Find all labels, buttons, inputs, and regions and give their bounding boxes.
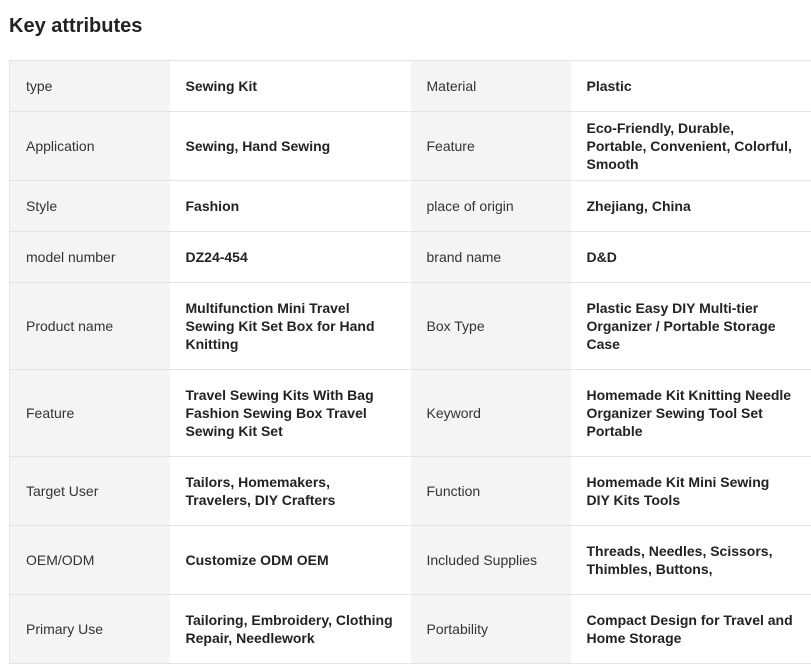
attribute-label: type bbox=[9, 60, 170, 112]
attribute-row: Target User Tailors, Homemakers, Travele… bbox=[9, 456, 811, 526]
attribute-value: D&D bbox=[570, 231, 811, 283]
attribute-row: Product name Multifunction Mini Travel S… bbox=[9, 282, 811, 370]
attribute-row: Feature Travel Sewing Kits With Bag Fash… bbox=[9, 369, 811, 457]
attribute-row: Style Fashion place of origin Zhejiang, … bbox=[9, 180, 811, 232]
attribute-label: Function bbox=[410, 456, 571, 526]
attribute-row: OEM/ODM Customize ODM OEM Included Suppl… bbox=[9, 525, 811, 595]
attribute-row: Primary Use Tailoring, Embroidery, Cloth… bbox=[9, 594, 811, 664]
attribute-value: Plastic bbox=[570, 60, 811, 112]
attribute-value: Fashion bbox=[169, 180, 411, 232]
attribute-label: model number bbox=[9, 231, 170, 283]
attribute-label: Included Supplies bbox=[410, 525, 571, 595]
attribute-value: Sewing, Hand Sewing bbox=[169, 111, 411, 181]
attribute-label: Keyword bbox=[410, 369, 571, 457]
attribute-label: place of origin bbox=[410, 180, 571, 232]
attribute-label: Feature bbox=[410, 111, 571, 181]
attribute-value: Compact Design for Travel and Home Stora… bbox=[570, 594, 811, 664]
attribute-value: Travel Sewing Kits With Bag Fashion Sewi… bbox=[169, 369, 411, 457]
key-attributes-table: type Sewing Kit Material Plastic Applica… bbox=[9, 60, 811, 664]
attribute-value: Tailoring, Embroidery, Clothing Repair, … bbox=[169, 594, 411, 664]
attribute-label: Box Type bbox=[410, 282, 571, 370]
attribute-label: Feature bbox=[9, 369, 170, 457]
attribute-value: Homemade Kit Mini Sewing DIY Kits Tools bbox=[570, 456, 811, 526]
attribute-label: Portability bbox=[410, 594, 571, 664]
attribute-row: model number DZ24-454 brand name D&D bbox=[9, 231, 811, 283]
attribute-label: Primary Use bbox=[9, 594, 170, 664]
attribute-row: Application Sewing, Hand Sewing Feature … bbox=[9, 111, 811, 181]
attribute-label: Style bbox=[9, 180, 170, 232]
attribute-label: Product name bbox=[9, 282, 170, 370]
attribute-label: OEM/ODM bbox=[9, 525, 170, 595]
attribute-label: Target User bbox=[9, 456, 170, 526]
attribute-value: Multifunction Mini Travel Sewing Kit Set… bbox=[169, 282, 411, 370]
attribute-label: Material bbox=[410, 60, 571, 112]
attribute-row: type Sewing Kit Material Plastic bbox=[9, 60, 811, 112]
attribute-value: Plastic Easy DIY Multi-tier Organizer / … bbox=[570, 282, 811, 370]
attribute-value: Threads, Needles, Scissors, Thimbles, Bu… bbox=[570, 525, 811, 595]
attribute-value: Eco-Friendly, Durable, Portable, Conveni… bbox=[570, 111, 811, 181]
attribute-label: Application bbox=[9, 111, 170, 181]
attribute-value: Sewing Kit bbox=[169, 60, 411, 112]
section-title: Key attributes bbox=[9, 15, 143, 37]
attribute-value: Tailors, Homemakers, Travelers, DIY Craf… bbox=[169, 456, 411, 526]
attribute-value: DZ24-454 bbox=[169, 231, 411, 283]
attribute-value: Customize ODM OEM bbox=[169, 525, 411, 595]
attribute-value: Homemade Kit Knitting Needle Organizer S… bbox=[570, 369, 811, 457]
attribute-value: Zhejiang, China bbox=[570, 180, 811, 232]
attribute-label: brand name bbox=[410, 231, 571, 283]
